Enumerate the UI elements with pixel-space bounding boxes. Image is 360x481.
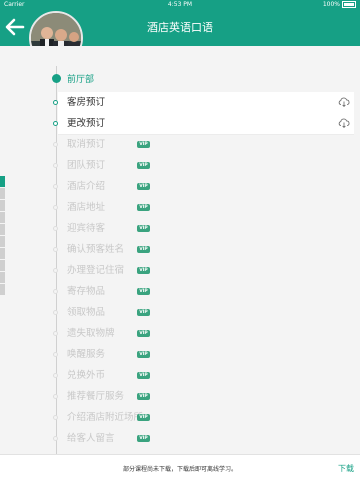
cloud-download-icon[interactable] (338, 118, 350, 128)
lesson-item[interactable]: 客房预订 (58, 92, 354, 114)
vip-badge: VIP (137, 372, 150, 379)
lesson-label: 取消预订 (67, 139, 106, 150)
side-tab[interactable] (0, 272, 5, 283)
vip-badge: VIP (137, 435, 150, 442)
lesson-item[interactable]: 给客人留言 VIP (58, 428, 354, 449)
side-tab[interactable] (0, 224, 5, 235)
lesson-item[interactable]: 确认预客姓名 VIP (58, 239, 354, 260)
lesson-item[interactable]: 唤醒服务 VIP (58, 344, 354, 365)
lesson-label: 推荐餐厅服务 (67, 391, 125, 402)
lesson-item[interactable]: 团队预订 VIP (58, 155, 354, 176)
side-tab[interactable] (0, 188, 5, 199)
lesson-item[interactable]: 推荐餐厅服务 VIP (58, 386, 354, 407)
side-tab[interactable] (0, 284, 5, 295)
lesson-label: 迎宾待客 (67, 223, 106, 234)
lesson-item[interactable]: 取消预订 VIP (58, 134, 354, 155)
vip-badge: VIP (137, 162, 150, 169)
lesson-item[interactable]: 酒店介绍 VIP (58, 176, 354, 197)
vip-badge: VIP (137, 183, 150, 190)
lesson-item[interactable]: 遗失取物牌 VIP (58, 323, 354, 344)
lesson-label: 遗失取物牌 (67, 328, 115, 339)
vip-badge: VIP (137, 393, 150, 400)
lesson-label: 团队预订 (67, 160, 106, 171)
lesson-label: 酒店介绍 (67, 181, 106, 192)
lesson-item[interactable]: 寄存物品 VIP (58, 281, 354, 302)
status-bar: Carrier 4:53 PM 100% (0, 0, 360, 10)
cloud-download-icon[interactable] (338, 97, 350, 107)
battery-indicator: 100% (323, 0, 356, 10)
download-button[interactable]: 下载 (338, 463, 354, 474)
section-title: 前厅部 (67, 75, 95, 85)
lesson-item[interactable]: 介绍酒店附近场所 VIP (58, 407, 354, 428)
vip-badge: VIP (137, 141, 150, 148)
lesson-label: 给客人留言 (67, 433, 115, 444)
vip-badge: VIP (137, 204, 150, 211)
lesson-label: 领取物品 (67, 307, 106, 318)
lesson-label: 酒店地址 (67, 202, 106, 213)
vip-badge: VIP (137, 225, 150, 232)
vip-badge: VIP (137, 288, 150, 295)
download-banner: 部分课程尚未下载，下载后即可离线学习。 下载 (0, 454, 360, 481)
download-message: 部分课程尚未下载，下载后即可离线学习。 (122, 466, 237, 473)
lesson-label: 客房预订 (67, 97, 106, 108)
side-tab[interactable] (0, 236, 5, 247)
lesson-label: 介绍酒店附近场所 (67, 412, 144, 423)
side-tab[interactable] (0, 200, 5, 211)
vip-badge: VIP (137, 414, 150, 421)
battery-percent: 100% (322, 1, 340, 8)
lesson-item[interactable]: 迎宾待客 VIP (58, 218, 354, 239)
vip-badge: VIP (137, 267, 150, 274)
clock: 4:53 PM (167, 1, 193, 8)
lesson-label: 更改预订 (67, 118, 106, 129)
vip-badge: VIP (137, 351, 150, 358)
battery-icon (342, 1, 356, 8)
side-tab-active[interactable] (0, 176, 5, 187)
lesson-label: 兑换外币 (67, 370, 106, 381)
vip-badge: VIP (137, 330, 150, 337)
side-tab[interactable] (0, 260, 5, 271)
lesson-list-area[interactable]: 前厅部 客房预订更改预订取消预订 VIP 团队预订 VIP 酒店介绍 VIP 酒店地址 VIP… (0, 46, 360, 454)
vip-badge: VIP (137, 309, 150, 316)
vip-badge: VIP (137, 246, 150, 253)
lesson-item[interactable]: 兑换外币 VIP (58, 365, 354, 386)
section-dot (52, 74, 61, 83)
lesson-item[interactable]: 办理登记住宿 VIP (58, 260, 354, 281)
lesson-item[interactable]: 更改预订 (58, 113, 354, 135)
lesson-label: 唤醒服务 (67, 349, 106, 360)
lesson-label: 办理登记住宿 (67, 265, 125, 276)
side-tab[interactable] (0, 212, 5, 223)
lesson-label: 寄存物品 (67, 286, 106, 297)
side-tab[interactable] (0, 248, 5, 259)
lesson-item[interactable]: 酒店地址 VIP (58, 197, 354, 218)
lesson-item[interactable]: 领取物品 VIP (58, 302, 354, 323)
lesson-label: 确认预客姓名 (67, 244, 125, 255)
